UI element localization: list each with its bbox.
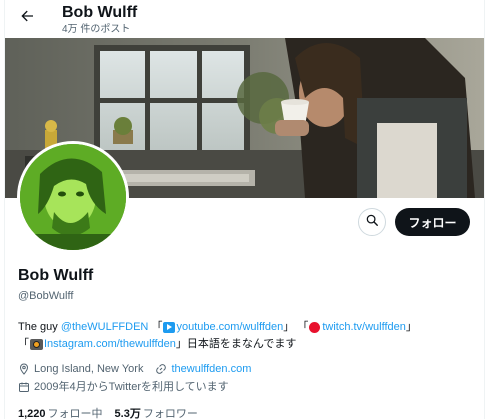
red-circle-emoji-icon (309, 322, 321, 333)
bio-line-2: 「 Instagram.com/thewulffden 」日本語をまなんでます (18, 336, 480, 353)
bio-bracket-close: 」 (405, 321, 417, 333)
bio-line-1: The guy @theWULFFDEN 「 youtube.com/wulff… (18, 319, 480, 336)
website-link[interactable]: thewulffden.com (171, 362, 251, 376)
user-handle: @BobWulff (18, 290, 74, 302)
location-pin-icon (18, 363, 30, 375)
search-posts-button[interactable] (358, 208, 386, 236)
display-name: Bob Wulff (18, 267, 94, 284)
bio-prefix: The guy (18, 321, 61, 333)
follow-button[interactable]: フォロー (395, 208, 470, 236)
bio-bracket-mid: 」 「 (283, 321, 309, 333)
location-text: Long Island, New York (34, 363, 144, 375)
header-post-count: 4万 件のポスト (62, 24, 131, 35)
avatar[interactable] (17, 141, 129, 253)
follow-stats: 1,220 フォロー中 5.3万 フォロワー (18, 407, 210, 419)
bio-bracket-open: 「 (148, 321, 163, 333)
bio-suffix: 」日本語をまなんでます (175, 338, 297, 350)
link-icon (155, 363, 167, 375)
following-count: 1,220 (18, 408, 46, 419)
profile-meta-row-1: Long Island, New York thewulffden.com (18, 362, 251, 376)
followers-stat[interactable]: 5.3万 フォロワー (115, 407, 198, 419)
joined-text: 2009年4月からTwitterを利用しています (34, 381, 229, 393)
followers-count: 5.3万 (114, 408, 141, 419)
calendar-icon (18, 381, 30, 393)
arrow-left-icon (19, 8, 35, 29)
following-stat[interactable]: 1,220 フォロー中 (18, 407, 103, 419)
following-label: フォロー中 (47, 408, 103, 419)
header-name: Bob Wulff (62, 4, 138, 21)
search-icon (365, 213, 379, 232)
profile-meta-row-2: 2009年4月からTwitterを利用しています (18, 380, 229, 394)
back-button[interactable] (15, 6, 39, 30)
play-button-emoji-icon (163, 322, 176, 333)
bio-twitch-link[interactable]: twitch.tv/wulffden (322, 319, 406, 336)
profile-bio: The guy @theWULFFDEN 「 youtube.com/wulff… (18, 319, 480, 353)
bio-bracket-open-2: 「 (18, 338, 29, 350)
bio-mention-link[interactable]: @theWULFFDEN (61, 319, 149, 336)
profile-header-bar: Bob Wulff 4万 件のポスト (5, 0, 484, 38)
column-border-right (484, 0, 485, 419)
followers-label: フォロワー (142, 408, 198, 419)
camera-emoji-icon (30, 339, 43, 350)
bio-instagram-link[interactable]: Instagram.com/thewulffden (44, 336, 176, 353)
bio-youtube-link[interactable]: youtube.com/wulffden (176, 319, 283, 336)
